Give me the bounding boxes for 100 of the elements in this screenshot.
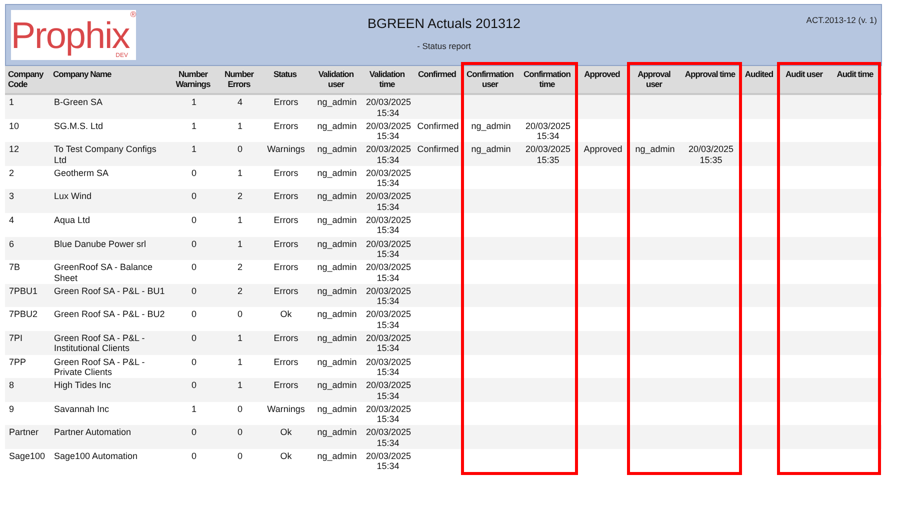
table-cell-text: 0 (236, 143, 244, 156)
table-cell-text: High Tides Inc (53, 379, 112, 392)
table-cell-text: Errors (272, 214, 300, 227)
table-cell-text: ng_admin (316, 190, 358, 204)
table-cell-text: 0 (236, 402, 244, 416)
column-header: Status (272, 68, 298, 81)
table-cell-text: 2 (8, 166, 16, 180)
table-cell-text: 7PP (8, 356, 28, 369)
table-cell-text: ng_admin (316, 379, 358, 392)
table-cell-text: Partner Automation (53, 426, 132, 440)
table-cell-text: Ok (279, 308, 293, 322)
table-cell-text: ng_admin (316, 143, 358, 156)
column-header: Approval time (684, 68, 736, 81)
table-cell-text: 20/03/2025 15:35 (687, 143, 735, 166)
table-cell-text: Partner (8, 426, 40, 440)
table-cell-text: 20/03/2025 15:34 (365, 308, 412, 331)
table-cell-text: 20/03/2025 15:34 (365, 284, 412, 308)
table-cell-text: Lux Wind (53, 190, 93, 204)
table-cell-text: 20/03/2025 15:34 (365, 190, 412, 213)
table-cell-text: 1 (8, 96, 16, 109)
table-cell-text: 0 (236, 426, 244, 440)
table-cell-text: Green Roof SA - P&L - Private Clients (53, 356, 146, 378)
table-cell-text: ng_admin (316, 166, 358, 180)
table-cell-text: 0 (190, 284, 198, 298)
column-header: Audit user (784, 68, 824, 81)
table-cell-text: 20/03/2025 15:34 (365, 379, 412, 402)
table-cell-text: 0 (190, 356, 198, 369)
table-cell-text: 10 (8, 120, 20, 133)
table-cell-text: 1 (190, 143, 198, 156)
table-cell-text: ng_admin (470, 120, 512, 133)
table-cell-text: Warnings (266, 143, 306, 156)
table-cell-text: B-Green SA (53, 96, 104, 109)
table-cell-text: 9 (8, 402, 16, 416)
table-cell-text: 0 (236, 308, 244, 322)
table-cell-text: 7PBU1 (8, 284, 39, 298)
table-cell-text: 1 (236, 238, 244, 251)
table-cell-text: 1 (236, 379, 244, 392)
table-cell-text: ng_admin (316, 308, 358, 322)
table-cell-text: ng_admin (316, 426, 358, 440)
report-subtitle: - Status report (417, 41, 471, 51)
table-cell-text: 0 (190, 190, 198, 204)
table-cell-text: Errors (272, 379, 300, 392)
column-header: Validation user (317, 68, 355, 91)
table-cell-text: 20/03/2025 15:34 (365, 120, 412, 142)
table-cell-text: 8 (8, 379, 16, 392)
table-cell-text: ng_admin (634, 143, 676, 156)
table-cell-text: ng_admin (316, 120, 358, 133)
table-cell-text: 0 (190, 214, 198, 227)
table-cell-text: Errors (272, 261, 300, 274)
table-cell-text: Sage100 Automation (53, 450, 139, 463)
table-cell-text: 0 (190, 261, 198, 274)
column-header: Audited (744, 68, 774, 81)
table-cell-text: 1 (236, 214, 244, 227)
table-cell-text: ng_admin (316, 402, 358, 416)
table-cell-text: 20/03/2025 15:34 (365, 238, 412, 260)
table-cell-text: ng_admin (316, 238, 358, 251)
table-cell-text: 1 (190, 96, 198, 109)
table-cell-text: 6 (8, 238, 16, 251)
table-cell-text: Errors (272, 238, 300, 251)
column-header: Number Errors (223, 68, 255, 91)
table-cell-text: 20/03/2025 15:34 (365, 356, 412, 378)
table-cell-text: 0 (190, 426, 198, 440)
column-header: Audit time (836, 68, 874, 81)
table-cell-text: 1 (190, 120, 198, 133)
table-cell-text: 20/03/2025 15:34 (365, 402, 412, 426)
table-cell-text: Sage100 (8, 450, 46, 463)
column-header: Approved (583, 68, 621, 81)
table-cell-text: 20/03/2025 15:34 (365, 261, 412, 284)
column-header: Confirmation time (522, 68, 572, 91)
table-cell-text: Errors (272, 356, 300, 369)
table-cell-text: 0 (190, 332, 198, 345)
table-cell-text: 2 (236, 261, 244, 274)
table-cell-text: 4 (236, 96, 244, 109)
table-cell-text: 1 (236, 120, 244, 133)
table-cell-text: 1 (236, 166, 244, 180)
table-cell-text: ng_admin (470, 143, 512, 156)
table-cell-text: 0 (190, 166, 198, 180)
table-cell-text: 4 (8, 214, 16, 227)
table-cell-text: Confirmed (416, 143, 460, 156)
table-cell-text: 20/03/2025 15:34 (365, 143, 412, 166)
table-cell-text: Ok (279, 450, 293, 463)
table-cell-text: To Test Company Configs Ltd (53, 143, 158, 166)
table-cell-text: Errors (272, 120, 300, 133)
table-cell-text: ng_admin (316, 214, 358, 227)
table-cell-text: ng_admin (316, 96, 358, 109)
table-cell-text: Errors (272, 190, 300, 204)
table-cell-text: 2 (236, 190, 244, 204)
table-cell-text: ng_admin (316, 261, 358, 274)
table-cell-text: 20/03/2025 15:34 (365, 332, 412, 355)
table-cell-text: Confirmed (416, 120, 460, 133)
column-header: Confirmation user (466, 68, 514, 91)
table-cell-text: 20/03/2025 15:34 (524, 120, 572, 142)
table-cell-text: ng_admin (316, 332, 358, 345)
table-cell-text: 0 (190, 238, 198, 251)
table-cell-text: Warnings (266, 402, 306, 416)
table-cell-text: ng_admin (316, 356, 358, 369)
table-cell-text: Ok (279, 426, 293, 440)
table-cell-text: 1 (236, 332, 244, 345)
report-version: ACT.2013-12 (v. 1) (806, 14, 877, 27)
table-cell-text: Errors (272, 284, 300, 298)
